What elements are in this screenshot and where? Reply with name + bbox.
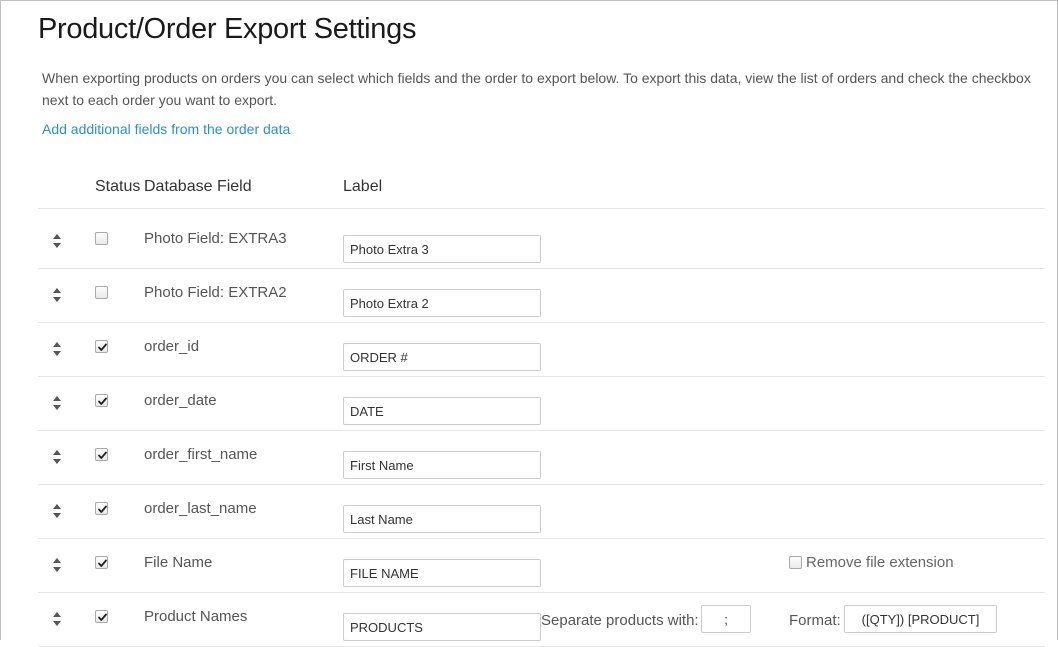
status-checkbox[interactable] (95, 286, 108, 299)
separator-input[interactable] (701, 605, 751, 633)
format-label: Format: (789, 612, 841, 629)
database-field-name: Product Names (144, 608, 248, 625)
header-label: Label (343, 178, 383, 195)
format-input[interactable] (844, 605, 997, 633)
page-title: Product/Order Export Settings (38, 13, 417, 45)
status-checkbox[interactable] (95, 556, 108, 569)
database-field-name: order_id (144, 338, 200, 355)
label-input[interactable] (343, 613, 541, 641)
sort-arrows-icon[interactable] (52, 341, 62, 357)
database-field-name: File Name (144, 554, 213, 571)
header-status: Status (95, 178, 141, 195)
table-row: File Name Remove file extension (38, 539, 1045, 593)
settings-panel: Product/Order Export Settings When expor… (0, 0, 1058, 647)
sort-arrows-icon[interactable] (52, 503, 62, 519)
database-field-name: order_last_name (144, 500, 257, 517)
table-row: order_first_name (38, 431, 1045, 485)
label-input[interactable] (343, 289, 541, 317)
sort-arrows-icon[interactable] (52, 449, 62, 465)
header-database-field: Database Field (144, 178, 252, 195)
remove-extension-checkbox[interactable] (789, 556, 802, 569)
sort-arrows-icon[interactable] (52, 611, 62, 627)
add-fields-link[interactable]: Add additional fields from the order dat… (42, 121, 290, 137)
table-row: order_last_name (38, 485, 1045, 539)
sort-arrows-icon[interactable] (52, 233, 62, 249)
table-row: Photo Field: EXTRA3 (38, 215, 1045, 269)
database-field-name: Photo Field: EXTRA2 (144, 284, 287, 301)
sort-arrows-icon[interactable] (52, 557, 62, 573)
header-divider (38, 208, 1045, 209)
database-field-name: order_first_name (144, 446, 258, 463)
remove-extension-label: Remove file extension (806, 554, 954, 571)
status-checkbox[interactable] (95, 232, 108, 245)
status-checkbox[interactable] (95, 394, 108, 407)
database-field-name: order_date (144, 392, 217, 409)
table-row: order_date (38, 377, 1045, 431)
status-checkbox[interactable] (95, 448, 108, 461)
table-row: Photo Field: EXTRA2 (38, 269, 1045, 323)
status-checkbox[interactable] (95, 610, 108, 623)
label-input[interactable] (343, 343, 541, 371)
sort-arrows-icon[interactable] (52, 395, 62, 411)
status-checkbox[interactable] (95, 502, 108, 515)
label-input[interactable] (343, 505, 541, 533)
table-row: Product Names Separate products with: Form… (38, 593, 1045, 647)
label-input[interactable] (343, 397, 541, 425)
page-description: When exporting products on orders you ca… (42, 70, 1031, 108)
database-field-name: Photo Field: EXTRA3 (144, 230, 287, 247)
label-input[interactable] (343, 235, 541, 263)
separator-label: Separate products with: (541, 612, 699, 629)
label-input[interactable] (343, 559, 541, 587)
sort-arrows-icon[interactable] (52, 287, 62, 303)
status-checkbox[interactable] (95, 340, 108, 353)
table-row: order_id (38, 323, 1045, 377)
label-input[interactable] (343, 451, 541, 479)
